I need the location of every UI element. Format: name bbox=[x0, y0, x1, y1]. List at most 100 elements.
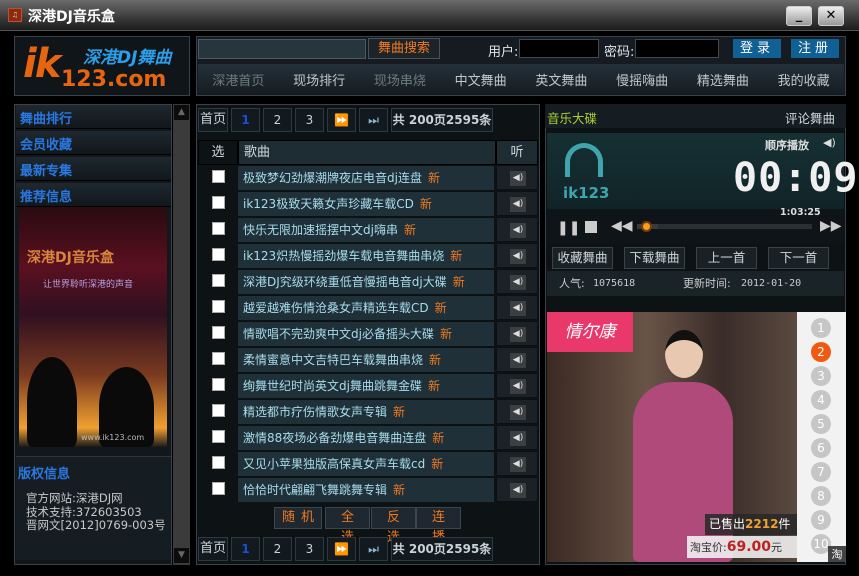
slide-dot[interactable]: 5 bbox=[811, 414, 831, 434]
nav-item[interactable]: 深港首页 bbox=[212, 70, 264, 89]
select-checkbox[interactable] bbox=[212, 300, 225, 313]
song-link[interactable]: 情歌唱不完劲爽中文dj必备摇头大碟新 bbox=[238, 321, 494, 346]
song-link[interactable]: 越爱越难伤情沧桑女声精选车载CD 新 bbox=[238, 295, 494, 320]
song-link[interactable]: ik123炽热慢摇劲爆车载电音舞曲串烧新 bbox=[238, 243, 494, 268]
slide-dot[interactable]: 6 bbox=[811, 438, 831, 458]
song-link[interactable]: 柔情蜜意中文吉特巴车载舞曲串烧新 bbox=[238, 347, 494, 372]
favorite-button[interactable]: 收藏舞曲 bbox=[552, 247, 613, 269]
speaker-icon[interactable]: ◀) bbox=[510, 405, 526, 420]
speaker-icon[interactable]: ◀) bbox=[510, 249, 526, 264]
select-checkbox[interactable] bbox=[212, 404, 225, 417]
tab-album[interactable]: 音乐大碟 bbox=[547, 108, 597, 127]
slide-dot[interactable]: 9 bbox=[811, 510, 831, 530]
password-field[interactable] bbox=[635, 39, 719, 58]
select-checkbox[interactable] bbox=[212, 378, 225, 391]
speaker-icon[interactable]: ◀) bbox=[510, 197, 526, 212]
download-button[interactable]: 下载舞曲 bbox=[624, 247, 685, 269]
sidebar-scrollbar[interactable] bbox=[173, 104, 190, 565]
previous-button[interactable]: 上一首 bbox=[696, 247, 757, 269]
page-button[interactable]: 2 bbox=[263, 537, 292, 561]
page-first-button[interactable]: 首页 bbox=[198, 108, 228, 132]
speaker-icon[interactable]: ◀) bbox=[510, 431, 526, 446]
minimize-button[interactable]: _ bbox=[786, 6, 812, 26]
song-link[interactable]: 又见小苹果独版高保真女声车载cd 新 bbox=[238, 451, 494, 476]
select-checkbox[interactable] bbox=[212, 170, 225, 183]
select-checkbox[interactable] bbox=[212, 196, 225, 209]
tab-comment[interactable]: 评论舞曲 bbox=[785, 108, 835, 127]
select-checkbox[interactable] bbox=[212, 274, 225, 287]
username-field[interactable] bbox=[519, 39, 599, 58]
stop-icon[interactable] bbox=[585, 221, 597, 233]
search-input[interactable] bbox=[198, 39, 366, 59]
page-next-icon[interactable]: ⏩ bbox=[327, 108, 356, 132]
nav-item[interactable]: 现场串烧 bbox=[374, 70, 426, 89]
login-button[interactable]: 登录 bbox=[733, 39, 781, 58]
song-link[interactable]: 深港DJ究级环绕重低音慢摇电音dj大碟新 bbox=[238, 269, 494, 294]
continuous-play-button[interactable]: 连播 bbox=[416, 507, 461, 545]
page-button[interactable]: 3 bbox=[295, 108, 324, 132]
speaker-icon[interactable]: ◀) bbox=[510, 379, 526, 394]
song-link[interactable]: 恰恰时代翩翩飞舞跳舞专辑新 bbox=[238, 477, 494, 502]
random-button[interactable]: 随机 bbox=[274, 507, 322, 529]
page-button[interactable]: 1 bbox=[231, 537, 260, 561]
sidebar-item[interactable]: 最新专集 bbox=[16, 157, 171, 181]
sidebar-item[interactable]: 会员收藏 bbox=[16, 131, 171, 155]
speaker-icon[interactable]: ◀) bbox=[510, 327, 526, 342]
progress-knob[interactable] bbox=[640, 221, 652, 232]
sidebar-item[interactable]: 舞曲排行 bbox=[16, 105, 171, 129]
song-link[interactable]: 绚舞世纪时尚英文dj舞曲跳舞金碟新 bbox=[238, 373, 494, 398]
nav-item[interactable]: 中文舞曲 bbox=[455, 70, 507, 89]
scroll-down-icon[interactable]: ▼ bbox=[174, 548, 189, 563]
page-button[interactable]: 1 bbox=[231, 108, 260, 132]
nav-item[interactable]: 现场排行 bbox=[293, 70, 345, 89]
speaker-icon[interactable]: ◀) bbox=[510, 275, 526, 290]
play-mode[interactable]: 顺序播放 bbox=[765, 137, 809, 153]
invert-select-button[interactable]: 反选 bbox=[371, 507, 416, 545]
song-link[interactable]: 精选都市疗伤情歌女声专辑新 bbox=[238, 399, 494, 424]
select-checkbox[interactable] bbox=[212, 352, 225, 365]
speaker-icon[interactable]: ◀) bbox=[510, 171, 526, 186]
page-button[interactable]: 2 bbox=[263, 108, 292, 132]
slide-dot[interactable]: 4 bbox=[811, 390, 831, 410]
select-all-button[interactable]: 全选 bbox=[325, 507, 370, 545]
promo-banner[interactable]: 深港DJ音乐盒 让世界聆听深港的声音 www.ik123.com bbox=[19, 207, 167, 447]
register-button[interactable]: 注册 bbox=[791, 39, 839, 58]
search-button[interactable]: 舞曲搜索 bbox=[368, 38, 440, 59]
select-checkbox[interactable] bbox=[212, 248, 225, 261]
pause-icon[interactable]: ❚❚ bbox=[557, 220, 580, 236]
taobao-icon[interactable]: 淘 bbox=[828, 546, 846, 562]
select-checkbox[interactable] bbox=[212, 222, 225, 235]
nav-item[interactable]: 英文舞曲 bbox=[535, 70, 587, 89]
select-checkbox[interactable] bbox=[212, 482, 225, 495]
page-last-icon[interactable]: ⏭ bbox=[359, 537, 388, 561]
slide-dot[interactable]: 1 bbox=[811, 318, 831, 338]
volume-icon[interactable]: ◀) bbox=[823, 136, 836, 149]
song-link[interactable]: 激情88夜场必备劲爆电音舞曲连盘新 bbox=[238, 425, 494, 450]
slide-dot[interactable]: 7 bbox=[811, 462, 831, 482]
nav-item[interactable]: 我的收藏 bbox=[778, 70, 830, 89]
select-checkbox[interactable] bbox=[212, 430, 225, 443]
song-link[interactable]: 快乐无限加速摇摆中文dj嗨串新 bbox=[238, 217, 494, 242]
next-button[interactable]: 下一首 bbox=[768, 247, 829, 269]
rewind-icon[interactable]: ◀◀ bbox=[611, 218, 633, 234]
speaker-icon[interactable]: ◀) bbox=[510, 483, 526, 498]
page-last-icon[interactable]: ⏭ bbox=[359, 108, 388, 132]
speaker-icon[interactable]: ◀) bbox=[510, 223, 526, 238]
song-link[interactable]: ik123极致天籁女声珍藏车载CD 新 bbox=[238, 191, 494, 216]
page-first-button[interactable]: 首页 bbox=[198, 537, 228, 561]
select-checkbox[interactable] bbox=[212, 326, 225, 339]
speaker-icon[interactable]: ◀) bbox=[510, 353, 526, 368]
speaker-icon[interactable]: ◀) bbox=[510, 301, 526, 316]
ad-image[interactable]: 情尔康 已售出2212件 淘宝价:69.00元 bbox=[547, 312, 797, 562]
close-button[interactable]: ✕ bbox=[818, 6, 844, 26]
select-checkbox[interactable] bbox=[212, 456, 225, 469]
slide-dot[interactable]: 3 bbox=[811, 366, 831, 386]
speaker-icon[interactable]: ◀) bbox=[510, 457, 526, 472]
song-link[interactable]: 极致梦幻劲爆潮牌夜店电音dj连盘新 bbox=[238, 165, 494, 190]
page-button[interactable]: 3 bbox=[295, 537, 324, 561]
slide-dot[interactable]: 2 bbox=[811, 342, 831, 362]
progress-track[interactable] bbox=[637, 224, 812, 229]
scroll-up-icon[interactable]: ▲ bbox=[174, 105, 189, 120]
page-next-icon[interactable]: ⏩ bbox=[327, 537, 356, 561]
sidebar-item[interactable]: 推荐信息 bbox=[16, 183, 171, 207]
